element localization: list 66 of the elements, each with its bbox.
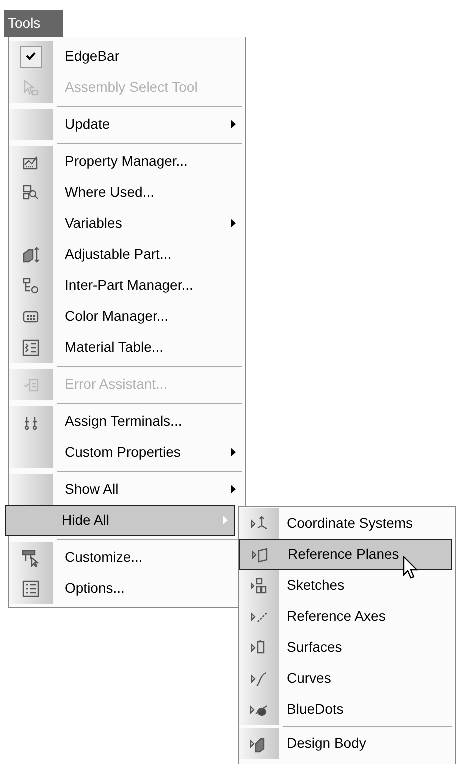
menu-item[interactable]: Property Manager... [9,146,242,177]
submenu-arrow-icon [231,120,236,129]
menu-item[interactable]: Options... [9,573,242,604]
menu-item-label: Custom Properties [64,443,182,462]
submenu-arrow-icon [231,219,236,228]
submenu-item[interactable]: Curves [239,663,452,694]
menu-item[interactable]: Custom Properties [9,437,242,468]
submenu-item-label: Curves [286,669,332,688]
menu-item[interactable]: EdgeBar [9,41,242,72]
menu-item-label: Variables [64,214,124,233]
cursor-select-icon [22,78,40,96]
menu-item-label: Update [64,115,112,134]
submenu-item[interactable]: Sketches [239,570,452,601]
submenu-item-label: Design Body [286,734,366,753]
curve-icon [250,670,268,688]
mouse-pointer-icon [403,556,419,580]
plane-icon [251,546,269,564]
menu-item-label: Error Assistant... [64,375,169,394]
menu-item[interactable]: Show All [9,474,242,505]
menu-item[interactable]: Customize... [9,542,242,573]
menu-item-label: Color Manager... [64,307,170,326]
submenu-arrow-icon [231,448,236,457]
menu-item[interactable]: Adjustable Part... [9,239,242,270]
menu-item-label: EdgeBar [64,47,120,66]
submenu-item[interactable]: Design Body [239,728,452,759]
menu-item[interactable]: Color Manager... [9,301,242,332]
menu-item-label: Assembly Select Tool [64,78,199,97]
menu-item-label: Hide All [61,511,110,530]
submenu-item-label: Reference Axes [286,607,386,626]
submenu-item-label: Coordinate Systems [286,514,414,533]
submenu-item-label: Sketches [286,576,345,595]
menu-item-label: Where Used... [64,183,156,202]
submenu-item-label: BlueDots [286,700,344,719]
submenu-item[interactable]: Reference Axes [239,601,452,632]
part-arrows-icon [22,246,40,264]
submenu-item[interactable]: Surfaces [239,632,452,663]
menu-item-label: Customize... [64,548,144,567]
menu-item-label: Adjustable Part... [64,245,173,264]
menu-item[interactable]: Update [9,109,242,140]
toolbar-cursor-icon [22,548,40,566]
axes-icon [250,514,268,532]
menu-item[interactable]: Hide All [5,505,235,536]
submenu-item[interactable]: Reference Planes [239,539,452,570]
table-icon [22,338,40,356]
menu-item[interactable]: Assign Terminals... [9,406,242,437]
menu-item[interactable]: Inter-Part Manager... [9,270,242,301]
submenu-item-label: Reference Planes [287,545,400,564]
menu-item-label: Assign Terminals... [64,412,184,431]
menu-item-label: Material Table... [64,338,165,357]
submenu-item[interactable]: Coordinate Systems [239,508,452,539]
submenu-item-label: Surfaces [286,638,342,657]
submenu-arrow-icon [231,485,236,494]
menu-item-label: Property Manager... [64,152,189,171]
hierarchy-icon [22,276,40,294]
menu-item-label: Options... [64,579,126,598]
list-icon [22,580,40,598]
submenu-item[interactable]: BlueDots [239,694,452,725]
sketch-icon [250,576,268,594]
menu-item[interactable]: Material Table... [9,332,242,363]
magnifier-document-icon [22,184,40,202]
menu-item[interactable]: Variables [9,208,242,239]
menu-item-label: Show All [64,480,120,499]
tools-menu[interactable]: Tools [4,10,63,37]
submenu-arrow-icon [223,516,228,525]
menu-item[interactable]: Where Used... [9,177,242,208]
menu-item-label: Inter-Part Manager... [64,276,194,295]
